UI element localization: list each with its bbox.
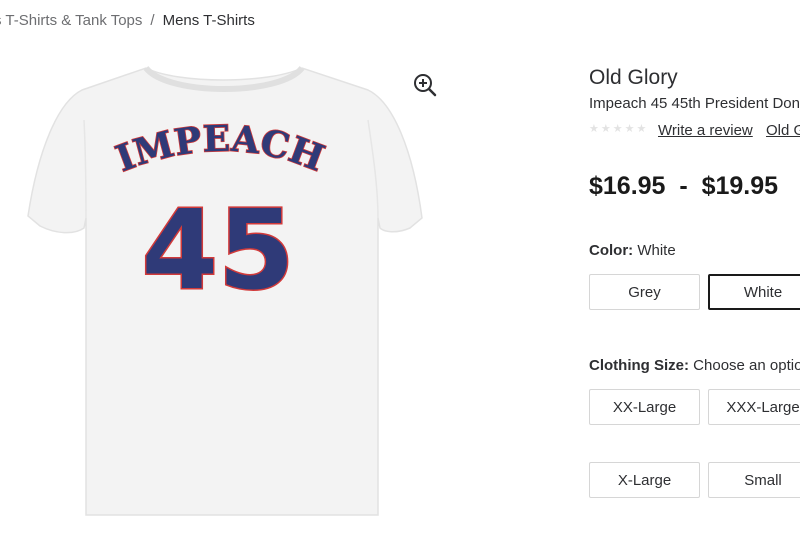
color-option-grey[interactable]: Grey — [589, 274, 700, 310]
star-icon: ★ — [589, 123, 599, 135]
shirt-print-number: 45 — [141, 186, 294, 314]
star-icon: ★ — [624, 123, 635, 135]
star-icon: ★ — [600, 123, 611, 135]
price-range: $16.95 - $19.95 — [589, 172, 779, 200]
size-option-xx-large[interactable]: XX-Large — [589, 389, 700, 425]
star-icon: ★ — [636, 123, 647, 135]
rating-stars: ★ ★ ★ ★ ★ — [589, 122, 646, 135]
breadcrumb-parent-link[interactable]: s T-Shirts & Tank Tops — [0, 12, 142, 29]
brand-link[interactable]: Old G — [766, 122, 800, 139]
zoom-in-icon[interactable] — [412, 72, 438, 98]
product-title: Impeach 45 45th President Donald — [589, 95, 800, 112]
size-option-xxx-large[interactable]: XXX-Large — [708, 389, 800, 425]
size-option-small[interactable]: Small — [708, 462, 800, 498]
write-review-link[interactable]: Write a review — [658, 122, 753, 139]
product-image[interactable]: IMPEACH 45 — [18, 60, 430, 525]
breadcrumb-current[interactable]: Mens T-Shirts — [163, 12, 255, 29]
size-option-x-large[interactable]: X-Large — [589, 462, 700, 498]
breadcrumb-separator: / — [150, 12, 155, 29]
star-icon: ★ — [612, 123, 623, 135]
size-label: Clothing Size: Choose an option — [589, 357, 800, 374]
color-label: Color: White — [589, 242, 676, 259]
size-selected-value: Choose an option — [693, 357, 800, 374]
color-label-title: Color: — [589, 242, 634, 259]
breadcrumb: s T-Shirts & Tank Tops / Mens T-Shirts — [0, 12, 255, 29]
color-selected-value: White — [637, 242, 676, 259]
brand-name[interactable]: Old Glory — [589, 66, 678, 90]
size-label-title: Clothing Size: — [589, 357, 689, 374]
color-option-white[interactable]: White — [708, 274, 800, 310]
